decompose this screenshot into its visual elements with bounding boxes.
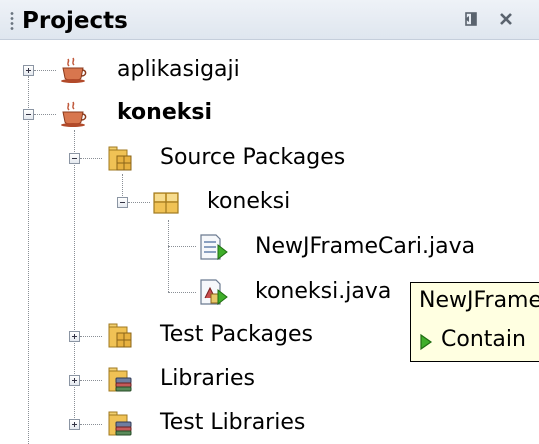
- panel-title: Projects: [22, 8, 128, 34]
- tooltip: NewJFrame Contain: [410, 282, 539, 362]
- package-icon: [152, 188, 179, 214]
- jframe-form-icon: [198, 233, 228, 261]
- tree-node-label: koneksi: [207, 189, 291, 214]
- tree-node-label: Test Packages: [160, 322, 313, 347]
- expand-icon[interactable]: [69, 375, 80, 386]
- java-class-icon: [198, 278, 228, 306]
- tooltip-title: NewJFrame: [419, 288, 539, 313]
- tooltip-detail: Contain: [419, 325, 526, 355]
- tree-node-label: Libraries: [160, 366, 256, 391]
- minimize-window-icon[interactable]: [462, 10, 480, 28]
- collapse-icon[interactable]: [23, 109, 34, 120]
- tree-node-label: koneksi.java: [255, 279, 392, 304]
- tree-node-label: Source Packages: [160, 145, 346, 170]
- drag-grip-icon[interactable]: [10, 11, 14, 31]
- collapse-icon[interactable]: [69, 153, 80, 164]
- test-folder-icon: [105, 321, 132, 348]
- library-folder-icon: [105, 409, 132, 436]
- collapse-icon[interactable]: [117, 197, 128, 208]
- expand-icon[interactable]: [69, 331, 80, 342]
- tree-node-label: Test Libraries: [160, 410, 306, 435]
- source-folder-icon: [105, 144, 132, 171]
- panel-header: Projects: [0, 0, 539, 40]
- projects-panel: Projects aplikasigaji koneksi Source Pac…: [0, 0, 539, 444]
- tree-node-label: aplikasigaji: [117, 57, 240, 82]
- tree-node-label: koneksi: [117, 100, 213, 125]
- java-project-icon: [60, 57, 87, 83]
- library-folder-icon: [105, 365, 132, 392]
- tree-node-label: NewJFrameCari.java: [255, 234, 476, 259]
- expand-icon[interactable]: [69, 419, 80, 430]
- tooltip-detail-text: Contain: [441, 327, 526, 352]
- java-project-icon: [60, 101, 87, 127]
- project-tree: aplikasigaji koneksi Source Packages kon…: [0, 40, 539, 444]
- close-icon[interactable]: [497, 10, 515, 28]
- expand-icon[interactable]: [23, 65, 34, 76]
